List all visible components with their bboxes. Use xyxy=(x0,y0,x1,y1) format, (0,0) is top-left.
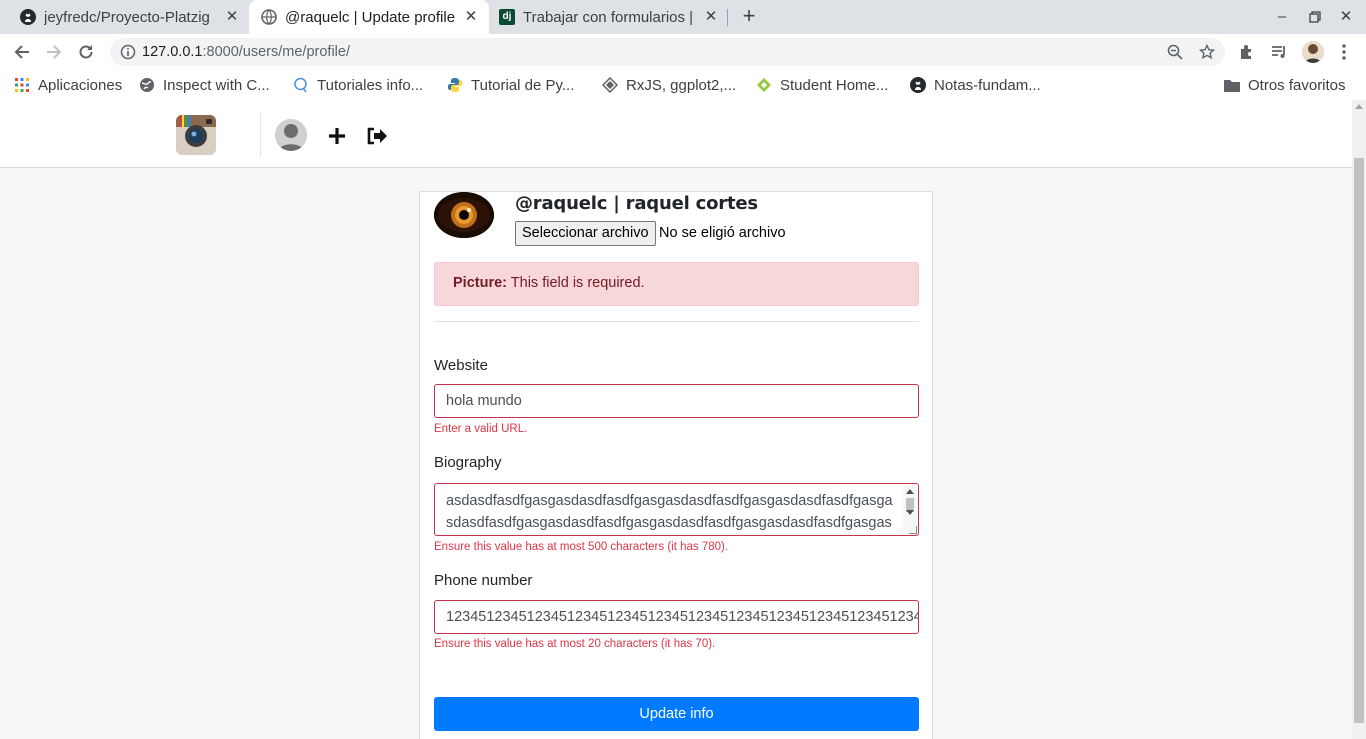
bookmark-label: RxJS, ggplot2,... xyxy=(626,76,737,94)
logout-icon[interactable] xyxy=(366,126,388,146)
new-tab-button[interactable]: + xyxy=(737,5,761,29)
bookmark-label: Aplicaciones xyxy=(38,76,123,94)
biography-text: asdasdfasdfgasgasdasdfasdfgasgasdasdfasd… xyxy=(446,493,893,531)
profile-title: @raquelc | raquel cortes xyxy=(515,193,758,214)
phone-error: Ensure this value has at most 20 charact… xyxy=(434,638,716,650)
bookmark-rxjs[interactable]: RxJS, ggplot2,... xyxy=(602,76,736,94)
profile-avatar[interactable] xyxy=(1302,41,1324,63)
bookmark-student-home[interactable]: Student Home... xyxy=(756,76,888,94)
page-viewport: @raquelc | raquel cortes Seleccionar arc… xyxy=(0,100,1352,739)
django-icon: dj xyxy=(499,9,515,25)
bookmark-label: Tutoriales info... xyxy=(317,76,424,94)
file-status-text: No se eligió archivo xyxy=(659,225,786,241)
instagram-logo[interactable] xyxy=(176,115,216,155)
url-path: :8000/users/me/profile/ xyxy=(202,44,350,60)
phone-input[interactable]: 1234512345123451234512345123451234512345… xyxy=(434,600,919,634)
biography-textarea[interactable]: asdasdfasdfgasgasdasdfasdfgasgasdasdfasd… xyxy=(434,483,919,536)
tab-separator xyxy=(727,9,728,26)
address-bar[interactable]: 127.0.0.1:8000/users/me/profile/ xyxy=(110,38,1225,66)
back-arrow-icon[interactable] xyxy=(10,40,34,64)
scroll-down-arrow-icon[interactable] xyxy=(906,510,914,515)
globe-icon xyxy=(139,77,155,93)
github-icon xyxy=(910,77,926,93)
update-info-button[interactable]: Update info xyxy=(434,697,919,731)
apps-grid-icon xyxy=(14,77,30,93)
bookmarks-bar: Aplicaciones Inspect with C... Tutoriale… xyxy=(0,70,1366,100)
minimize-icon[interactable]: – xyxy=(1272,7,1292,27)
python-icon xyxy=(447,77,463,93)
site-navbar xyxy=(0,100,1352,168)
tab-django-docs[interactable]: dj Trabajar con formularios | ✕ xyxy=(489,0,729,34)
close-tab-icon[interactable]: ✕ xyxy=(224,9,240,25)
add-post-icon[interactable] xyxy=(327,126,347,146)
tab-update-profile[interactable]: @raquelc | Update profile ✕ xyxy=(249,0,489,34)
bookmark-label: Tutorial de Py... xyxy=(471,76,575,94)
phone-label: Phone number xyxy=(434,572,533,589)
folder-icon xyxy=(1224,77,1240,93)
profile-picture xyxy=(434,192,494,238)
url-host: 127.0.0.1 xyxy=(142,44,203,60)
extensions-puzzle-icon[interactable] xyxy=(1237,42,1257,62)
site-info-icon[interactable] xyxy=(120,44,136,60)
bookmark-tutoriales[interactable]: Tutoriales info... xyxy=(293,76,423,94)
biography-error: Ensure this value has at most 500 charac… xyxy=(434,541,729,553)
tab-github[interactable]: jeyfredc/Proyecto-Platzig ✕ xyxy=(0,0,250,34)
bookmark-python[interactable]: Tutorial de Py... xyxy=(447,76,574,94)
page-scrollbar[interactable] xyxy=(1352,100,1366,739)
website-input[interactable]: hola mundo xyxy=(434,384,919,418)
close-window-icon[interactable]: ✕ xyxy=(1336,7,1356,27)
website-error: Enter a valid URL. xyxy=(434,423,528,435)
diamond-icon xyxy=(602,77,618,93)
scroll-thumb[interactable] xyxy=(1354,158,1364,723)
tab-title: Trabajar con formularios | xyxy=(523,8,694,26)
restore-icon[interactable] xyxy=(1305,7,1325,27)
bookmark-aplicaciones[interactable]: Aplicaciones xyxy=(14,76,122,94)
scroll-up-arrow-icon[interactable] xyxy=(906,489,914,494)
chat-bubble-icon xyxy=(293,77,309,93)
choose-file-button[interactable]: Seleccionar archivo xyxy=(515,221,656,246)
biography-label: Biography xyxy=(434,454,502,471)
alert-message: This field is required. xyxy=(507,275,645,291)
nav-divider xyxy=(260,112,261,158)
student-icon xyxy=(756,77,772,93)
tab-title: @raquelc | Update profile xyxy=(285,8,456,26)
bookmark-label: Student Home... xyxy=(780,76,889,94)
browser-toolbar: 127.0.0.1:8000/users/me/profile/ xyxy=(0,34,1366,70)
github-icon xyxy=(20,9,36,25)
bookmark-star-icon[interactable] xyxy=(1198,43,1216,60)
browser-tab-strip: jeyfredc/Proyecto-Platzig ✕ @raquelc | U… xyxy=(0,0,1366,34)
other-bookmarks-folder[interactable]: Otros favoritos xyxy=(1224,76,1346,94)
tab-title: jeyfredc/Proyecto-Platzig xyxy=(44,8,210,26)
reload-icon[interactable] xyxy=(74,40,98,64)
bookmark-label: Notas-fundam... xyxy=(934,76,1041,94)
bookmark-inspect[interactable]: Inspect with C... xyxy=(139,76,270,94)
scroll-up-arrow-icon[interactable] xyxy=(1355,104,1363,109)
bookmark-label: Otros favoritos xyxy=(1248,76,1346,94)
kebab-menu-icon[interactable] xyxy=(1334,42,1354,62)
divider xyxy=(434,321,919,322)
media-queue-icon[interactable] xyxy=(1269,42,1289,62)
profile-update-card: @raquelc | raquel cortes Seleccionar arc… xyxy=(419,191,933,739)
url-text: 127.0.0.1:8000/users/me/profile/ xyxy=(142,44,350,60)
zoom-icon[interactable] xyxy=(1167,44,1183,60)
alert-field-name: Picture: xyxy=(453,275,507,291)
globe-icon xyxy=(261,9,277,25)
resize-grip-icon[interactable] xyxy=(909,526,917,534)
forward-arrow-icon[interactable] xyxy=(42,40,66,64)
bookmark-label: Inspect with C... xyxy=(163,76,270,94)
bookmark-notas[interactable]: Notas-fundam... xyxy=(910,76,1041,94)
close-tab-icon[interactable]: ✕ xyxy=(703,9,719,25)
error-alert: Picture: This field is required. xyxy=(434,262,919,306)
website-label: Website xyxy=(434,357,488,374)
user-avatar[interactable] xyxy=(275,119,307,151)
close-tab-icon[interactable]: ✕ xyxy=(463,9,479,25)
